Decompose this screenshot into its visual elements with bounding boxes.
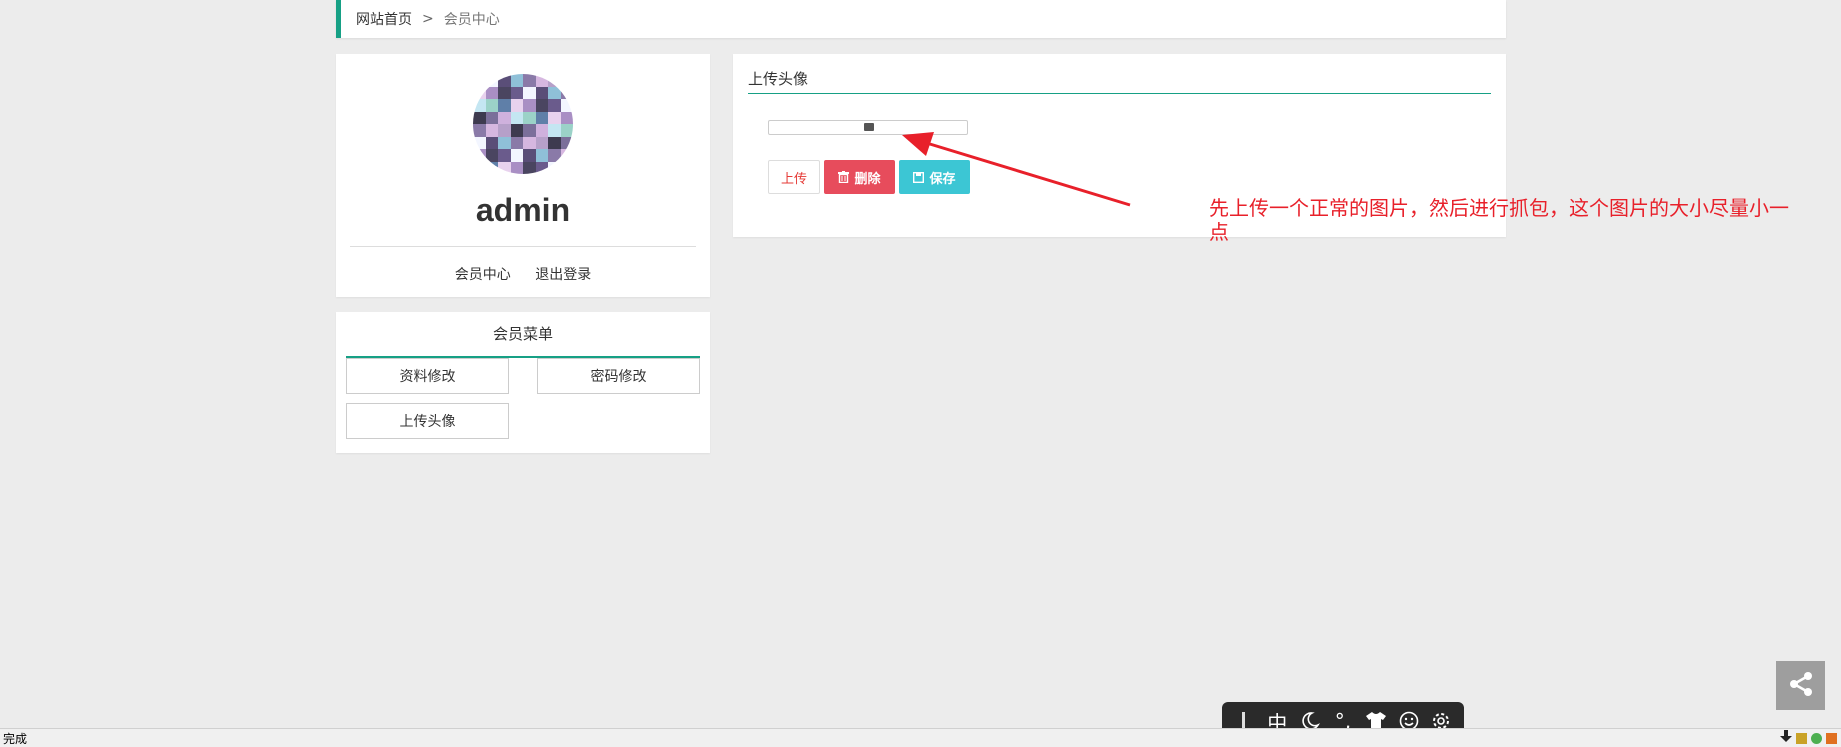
floppy-disk-icon [913, 171, 929, 183]
logout-link[interactable]: 退出登录 [535, 267, 591, 283]
share-button[interactable] [1776, 661, 1825, 710]
member-menu-title: 会员菜单 [346, 322, 700, 358]
tray-globe-icon[interactable] [1811, 732, 1822, 744]
member-menu: 会员菜单 资料修改 密码修改 上传头像 [336, 312, 710, 453]
share-icon [1787, 670, 1815, 702]
annotation-text: 先上传一个正常的图片，然后进行抓包，这个图片的大小尽量小一点 [1209, 196, 1789, 244]
upload-panel-title: 上传头像 [748, 68, 1491, 94]
tray-plugin-icon[interactable] [1826, 732, 1837, 744]
broken-image-icon [864, 123, 874, 131]
avatar-preview-box[interactable] [768, 120, 968, 135]
member-center-link[interactable]: 会员中心 [455, 267, 511, 283]
tray-app-icon[interactable] [1796, 732, 1807, 744]
delete-button-label: 删除 [854, 171, 881, 187]
profile-card: admin 会员中心 退出登录 [336, 54, 710, 297]
upload-button-label: 上传 [780, 171, 807, 187]
delete-button[interactable]: 删除 [824, 160, 895, 194]
browser-status-bar: 完成 [0, 728, 1841, 747]
menu-upload-avatar-button[interactable]: 上传头像 [346, 403, 509, 439]
avatar [473, 74, 573, 174]
username: admin [475, 192, 571, 228]
upload-button[interactable]: 上传 [768, 160, 820, 194]
trash-icon [838, 171, 854, 183]
status-text: 完成 [3, 731, 28, 746]
breadcrumb-home-link[interactable]: 网站首页 [356, 9, 412, 29]
menu-change-password-button[interactable]: 密码修改 [537, 358, 700, 394]
save-button[interactable]: 保存 [899, 160, 970, 194]
divider [350, 246, 696, 247]
breadcrumb: 网站首页 > 会员中心 [336, 0, 1506, 38]
status-tray [1780, 730, 1837, 746]
save-button-label: 保存 [929, 171, 956, 187]
menu-edit-profile-button[interactable]: 资料修改 [346, 358, 509, 394]
breadcrumb-current: 会员中心 [443, 12, 500, 28]
breadcrumb-separator: > [422, 11, 434, 27]
download-arrow-icon[interactable] [1780, 730, 1792, 746]
profile-links: 会员中心 退出登录 [336, 264, 710, 284]
